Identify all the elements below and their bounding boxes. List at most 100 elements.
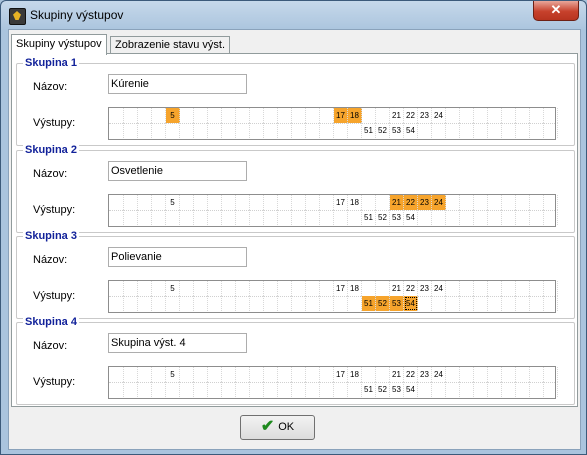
output-cell-34[interactable] [124,210,138,225]
close-button[interactable]: ✕ [533,1,579,21]
output-cell-35[interactable] [138,296,152,311]
output-cell-36[interactable] [152,210,166,225]
output-cell-27[interactable] [474,195,488,210]
output-cell-32[interactable] [544,108,558,123]
output-cell-35[interactable] [138,123,152,138]
output-cell-9[interactable] [222,195,236,210]
output-cell-25[interactable] [446,195,460,210]
output-cell-38[interactable] [180,296,194,311]
output-cell-53[interactable]: 53 [390,123,404,138]
output-cell-51[interactable]: 51 [362,210,376,225]
output-cell-24[interactable]: 24 [432,195,446,210]
output-cell-14[interactable] [292,195,306,210]
output-cell-60[interactable] [488,296,502,311]
output-cell-31[interactable] [530,367,544,382]
output-cell-3[interactable] [138,367,152,382]
output-cell-60[interactable] [488,210,502,225]
output-cell-50[interactable] [348,382,362,397]
output-cell-42[interactable] [236,210,250,225]
ok-button[interactable]: ✔ OK [240,415,315,440]
output-cell-4[interactable] [152,281,166,296]
output-cell-15[interactable] [306,108,320,123]
output-cell-51[interactable]: 51 [362,123,376,138]
output-cell-30[interactable] [516,367,530,382]
output-cell-61[interactable] [502,123,516,138]
output-cell-21[interactable]: 21 [390,281,404,296]
output-cell-23[interactable]: 23 [418,195,432,210]
output-cell-3[interactable] [138,281,152,296]
output-cell-7[interactable] [194,281,208,296]
output-cell-61[interactable] [502,296,516,311]
output-cell-36[interactable] [152,123,166,138]
output-cell-34[interactable] [124,296,138,311]
output-cell-51[interactable]: 51 [362,382,376,397]
output-cell-39[interactable] [194,382,208,397]
output-cell-16[interactable] [320,281,334,296]
output-cell-14[interactable] [292,367,306,382]
output-cell-39[interactable] [194,296,208,311]
output-cell-20[interactable] [376,195,390,210]
output-cell-61[interactable] [502,382,516,397]
output-cell-59[interactable] [474,382,488,397]
output-cell-2[interactable] [124,281,138,296]
output-cell-33[interactable] [110,382,124,397]
output-cell-50[interactable] [348,296,362,311]
output-cell-1[interactable] [110,281,124,296]
output-cell-22[interactable]: 22 [404,108,418,123]
output-cell-10[interactable] [236,281,250,296]
output-cell-58[interactable] [460,210,474,225]
output-cell-34[interactable] [124,123,138,138]
output-cell-36[interactable] [152,296,166,311]
output-cell-20[interactable] [376,108,390,123]
output-cell-43[interactable] [250,382,264,397]
output-cell-36[interactable] [152,382,166,397]
output-cell-38[interactable] [180,210,194,225]
output-cell-2[interactable] [124,108,138,123]
output-cell-28[interactable] [488,367,502,382]
output-cell-16[interactable] [320,108,334,123]
output-cell-35[interactable] [138,382,152,397]
output-cell-34[interactable] [124,382,138,397]
output-cell-44[interactable] [264,382,278,397]
output-cell-58[interactable] [460,296,474,311]
output-cell-54[interactable]: 54 [404,382,418,397]
output-cell-18[interactable]: 18 [348,108,362,123]
output-cell-5[interactable]: 5 [166,108,180,123]
output-cell-42[interactable] [236,382,250,397]
output-cell-16[interactable] [320,195,334,210]
output-cell-26[interactable] [460,195,474,210]
output-cell-52[interactable]: 52 [376,382,390,397]
group-name-input[interactable]: Kúrenie [108,74,247,94]
output-cell-15[interactable] [306,195,320,210]
output-cell-11[interactable] [250,195,264,210]
output-cell-11[interactable] [250,281,264,296]
output-cell-19[interactable] [362,281,376,296]
output-cell-64[interactable] [544,296,558,311]
output-cell-8[interactable] [208,281,222,296]
output-cell-8[interactable] [208,108,222,123]
output-cell-64[interactable] [544,123,558,138]
output-cell-53[interactable]: 53 [390,382,404,397]
output-cell-3[interactable] [138,108,152,123]
output-cell-53[interactable]: 53 [390,210,404,225]
output-cell-55[interactable] [418,210,432,225]
output-cell-1[interactable] [110,108,124,123]
output-cell-24[interactable]: 24 [432,367,446,382]
output-cell-14[interactable] [292,108,306,123]
output-cell-7[interactable] [194,108,208,123]
output-cell-50[interactable] [348,210,362,225]
output-cell-21[interactable]: 21 [390,108,404,123]
output-cell-24[interactable]: 24 [432,281,446,296]
output-cell-8[interactable] [208,195,222,210]
output-cell-28[interactable] [488,195,502,210]
output-cell-42[interactable] [236,123,250,138]
output-cell-41[interactable] [222,123,236,138]
output-cell-12[interactable] [264,108,278,123]
output-cell-49[interactable] [334,296,348,311]
output-cell-19[interactable] [362,195,376,210]
output-cell-18[interactable]: 18 [348,367,362,382]
output-cell-26[interactable] [460,367,474,382]
output-cell-45[interactable] [278,382,292,397]
output-cell-48[interactable] [320,123,334,138]
output-cell-41[interactable] [222,210,236,225]
